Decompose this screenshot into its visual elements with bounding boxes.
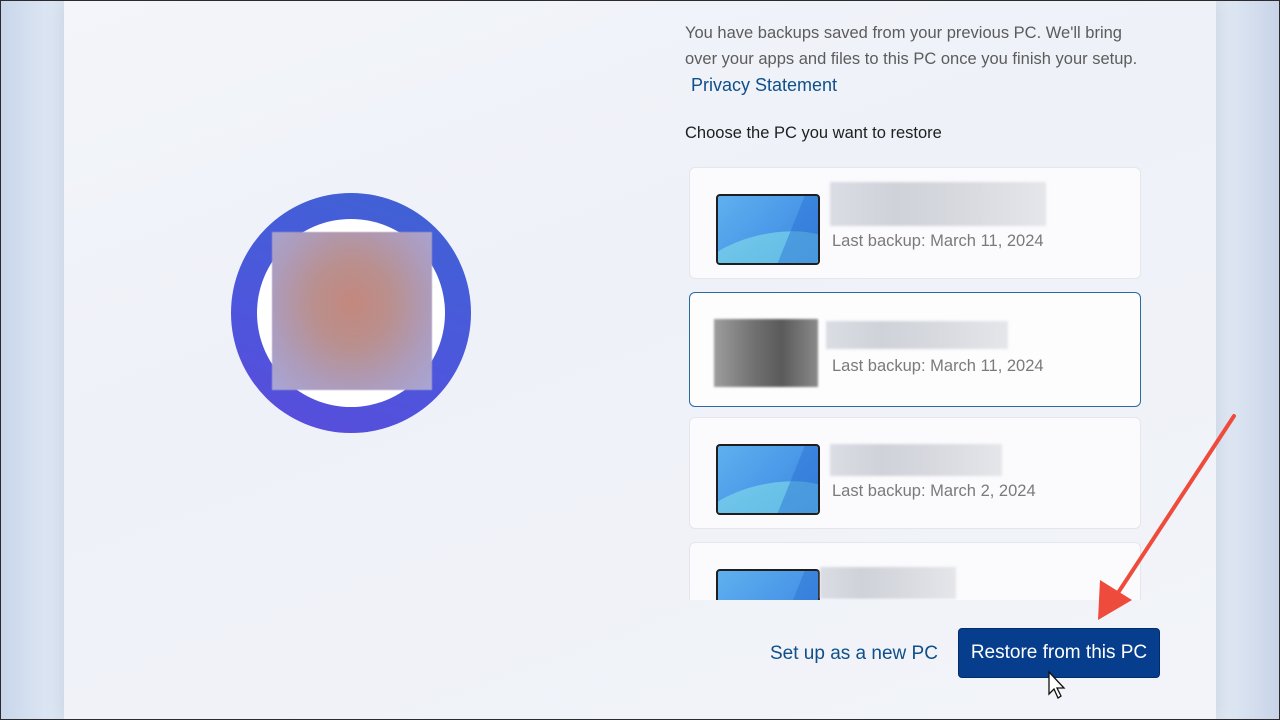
- backup-item-selected[interactable]: Last backup: March 11, 2024: [689, 292, 1141, 407]
- pc-thumbnail-redacted: [714, 319, 818, 387]
- pc-name-redacted: [830, 182, 1046, 226]
- laptop-wallpaper-icon: [716, 194, 820, 265]
- backup-item[interactable]: Last backup: March 11, 2024: [689, 167, 1141, 279]
- last-backup-date: Last backup: March 11, 2024: [832, 357, 1044, 375]
- pc-name-redacted: [830, 444, 1002, 476]
- backup-item[interactable]: [689, 542, 1141, 600]
- backup-list[interactable]: Last backup: March 11, 2024 Last backup:…: [688, 166, 1148, 600]
- intro-paragraph: You have backups saved from your previou…: [685, 20, 1145, 99]
- intro-text: You have backups saved from your previou…: [685, 24, 1138, 68]
- last-backup-date: Last backup: March 11, 2024: [832, 232, 1044, 250]
- laptop-wallpaper-icon: [716, 444, 820, 515]
- restore-from-this-pc-button[interactable]: Restore from this PC: [958, 628, 1160, 678]
- choose-pc-heading: Choose the PC you want to restore: [685, 124, 942, 142]
- pc-name-redacted: [826, 321, 1008, 349]
- pc-name-redacted: [820, 567, 956, 599]
- backup-item[interactable]: Last backup: March 2, 2024: [689, 417, 1141, 529]
- setup-as-new-pc-link[interactable]: Set up as a new PC: [770, 643, 938, 665]
- avatar: [272, 232, 432, 390]
- last-backup-date: Last backup: March 2, 2024: [832, 482, 1036, 500]
- laptop-wallpaper-icon: [716, 569, 820, 600]
- privacy-statement-link[interactable]: Privacy Statement: [691, 75, 837, 95]
